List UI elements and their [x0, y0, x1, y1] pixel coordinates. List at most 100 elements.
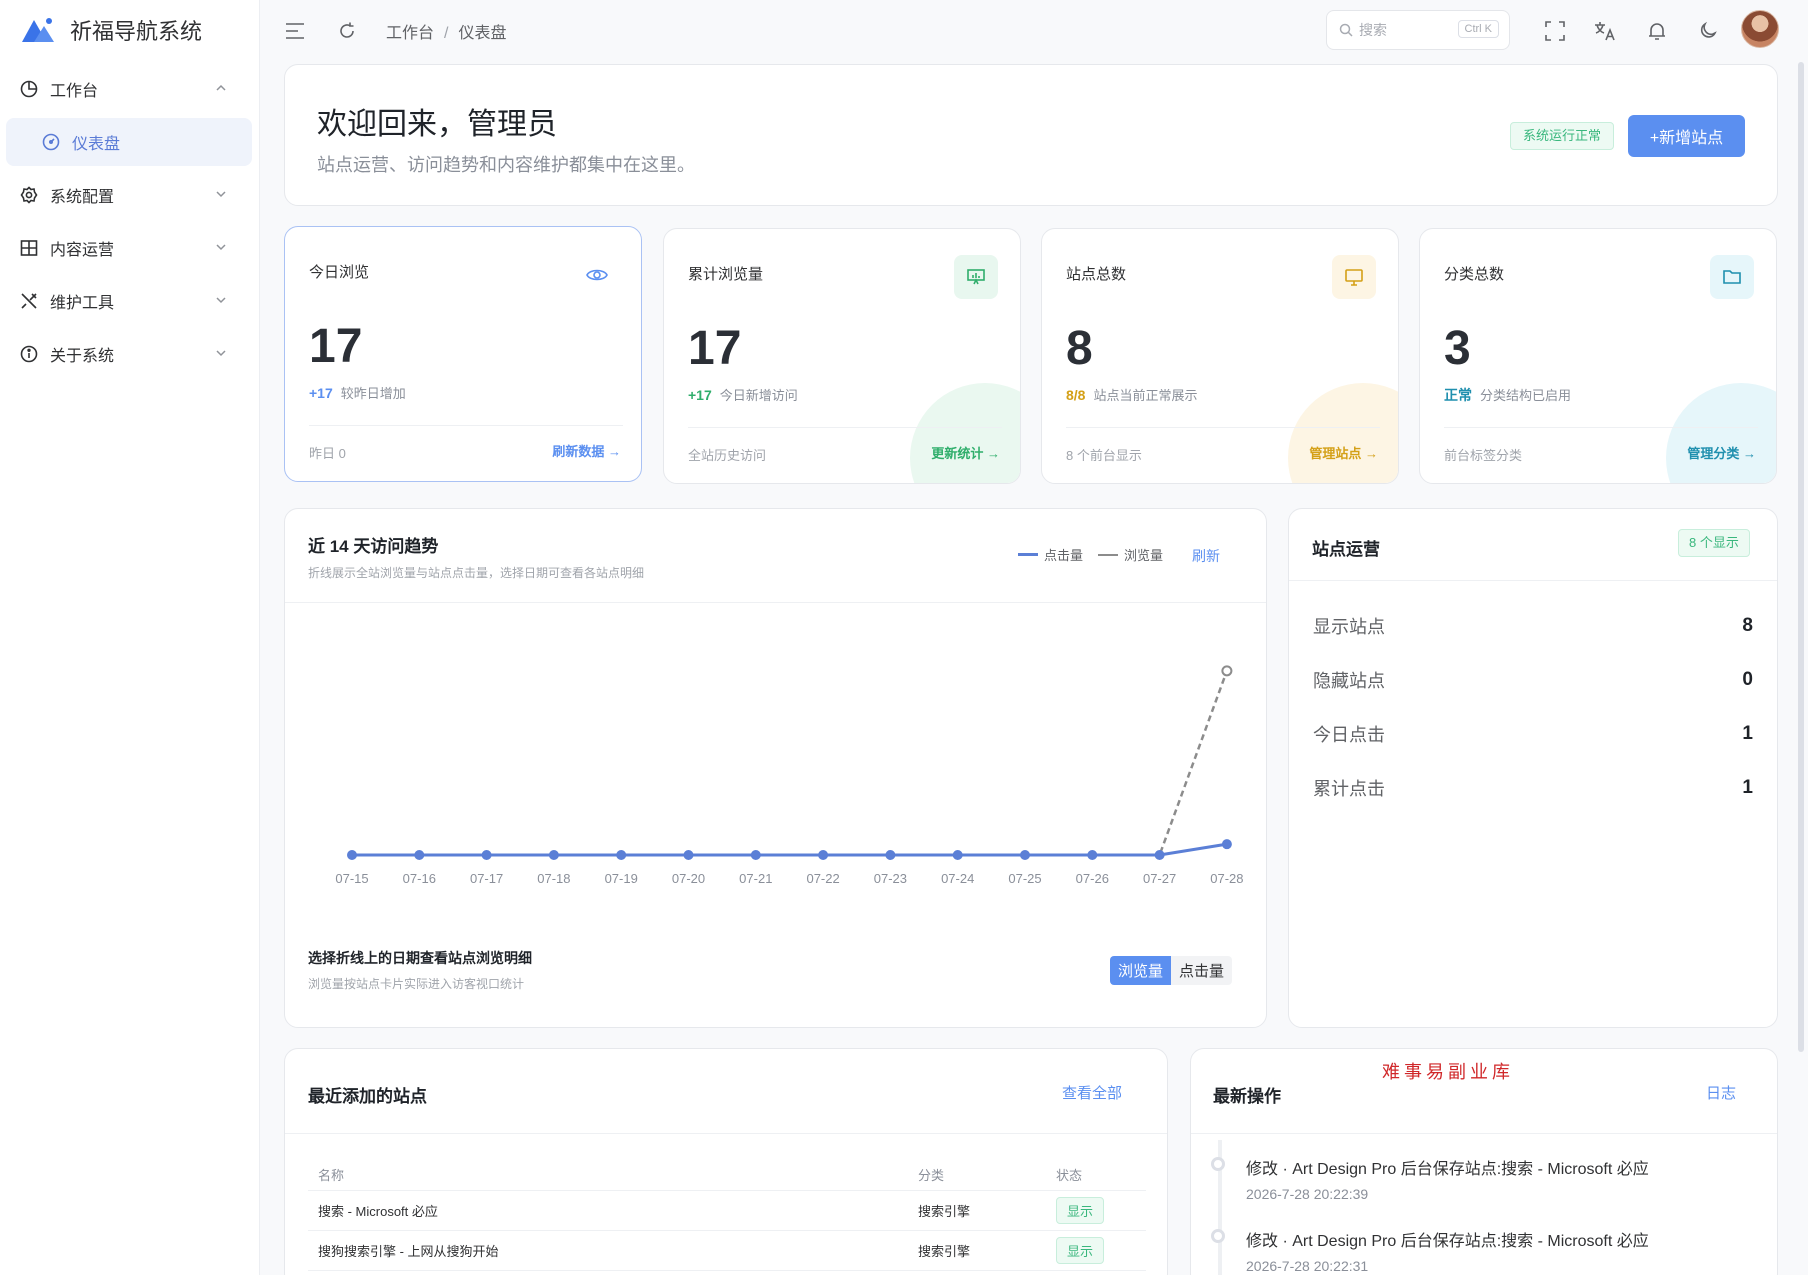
x-tick-label: 07-21	[739, 871, 772, 886]
data-point-clicks[interactable]	[683, 850, 694, 860]
divider	[1191, 1133, 1777, 1134]
add-site-button[interactable]: +新增站点	[1628, 115, 1745, 157]
divider	[285, 602, 1266, 603]
x-tick-label: 07-28	[1210, 871, 1243, 886]
stat-title: 站点总数	[1066, 266, 1127, 283]
ops-row: 隐藏站点 0	[1313, 665, 1753, 695]
eye-icon	[575, 253, 619, 297]
moon-icon[interactable]	[1695, 18, 1721, 44]
x-tick-label: 07-27	[1143, 871, 1176, 886]
legend-clicks[interactable]: 点击量	[1018, 545, 1083, 564]
search-input[interactable]: 搜索 Ctrl K	[1326, 10, 1510, 50]
decor-blob	[1288, 383, 1398, 483]
app-logo[interactable]: 祈福导航系统	[20, 12, 202, 48]
stat-delta-text: 较昨日增加	[340, 386, 406, 401]
update-stats-link[interactable]: 更新统计 →	[931, 443, 1000, 462]
sidebar-item-about[interactable]: 关于系统	[18, 339, 240, 369]
view-all-link[interactable]: 查看全部	[1062, 1082, 1122, 1103]
table-row[interactable]: 搜索 - Microsoft 必应 搜索引擎 显示	[308, 1190, 1146, 1231]
sidebar-item-content[interactable]: 内容运营	[18, 233, 240, 263]
monitor-icon	[1332, 255, 1376, 299]
trend-subtitle: 折线展示全站浏览量与站点点击量，选择日期可查看各站点明细	[308, 566, 645, 580]
stat-delta: +17	[688, 387, 712, 403]
fullscreen-icon[interactable]	[1542, 18, 1568, 44]
trend-refresh-link[interactable]: 刷新	[1192, 546, 1220, 566]
stat-delta-text: 站点当前正常展示	[1093, 388, 1198, 403]
manage-sites-link[interactable]: 管理站点 →	[1309, 443, 1378, 462]
toggle-views[interactable]: 浏览量	[1110, 956, 1172, 985]
legend-views[interactable]: 浏览量	[1098, 545, 1163, 564]
data-point-clicks[interactable]	[1221, 839, 1232, 850]
data-point-clicks[interactable]	[1020, 850, 1030, 860]
manage-categories-link[interactable]: 管理分类 →	[1687, 443, 1756, 462]
data-point-views[interactable]	[1221, 665, 1233, 677]
sidebar-item-system-config[interactable]: 系统配置	[18, 180, 240, 210]
log-link[interactable]: 日志	[1706, 1082, 1736, 1103]
stat-title: 累计浏览量	[688, 266, 764, 283]
data-point-clicks[interactable]	[1087, 850, 1098, 860]
x-tick-label: 07-26	[1076, 871, 1109, 886]
trend-title: 近 14 天访问趋势	[308, 537, 439, 556]
activity-time: 2026-7-28 20:22:39	[1246, 1186, 1369, 1202]
data-point-clicks[interactable]	[616, 850, 627, 860]
folder-icon	[1710, 255, 1754, 299]
welcome-title: 欢迎回来，管理员	[317, 108, 557, 141]
tools-icon	[18, 290, 40, 312]
stat-sub: 8/8 站点当前正常展示	[1066, 385, 1197, 404]
trend-line-chart[interactable]: 07-15 07-16 07-17 07-18 07-19 07-20 07-21 07-22…	[300, 620, 1250, 900]
refresh-data-link[interactable]: 刷新数据 →	[552, 441, 621, 460]
translate-icon[interactable]	[1592, 18, 1618, 44]
stat-foot: 昨日 0	[309, 446, 346, 461]
site-status-cell: 显示	[1046, 1190, 1146, 1231]
data-point-clicks[interactable]	[952, 850, 963, 860]
data-point-clicks[interactable]	[481, 850, 492, 860]
metric-toggle: 浏览量 点击量	[1110, 956, 1233, 985]
stat-delta-text: 今日新增访问	[719, 388, 798, 403]
x-tick-label: 07-25	[1008, 871, 1041, 886]
avatar[interactable]	[1741, 10, 1779, 48]
data-point-clicks[interactable]	[548, 850, 559, 860]
data-point-clicks[interactable]	[885, 850, 896, 860]
data-point-clicks[interactable]	[750, 850, 761, 860]
stat-foot: 8 个前台显示	[1066, 448, 1142, 463]
divider	[309, 425, 623, 426]
ops-row: 今日点击 1	[1313, 719, 1753, 749]
scrollbar[interactable]	[1798, 62, 1804, 1052]
activity-title: 最新操作	[1213, 1087, 1281, 1106]
divider	[1444, 427, 1758, 428]
x-tick-label: 07-19	[605, 871, 638, 886]
sidebar-item-label: 工作台	[50, 83, 99, 100]
ops-title: 站点运营	[1312, 540, 1380, 559]
x-tick-label: 07-17	[470, 871, 503, 886]
toggle-clicks[interactable]: 点击量	[1171, 956, 1233, 985]
activity-text: 修改 · Art Design Pro 后台保存站点:搜索 - Microsof…	[1246, 1161, 1649, 1178]
ops-value: 1	[1742, 777, 1753, 798]
stat-foot: 全站历史访问	[688, 448, 767, 463]
sidebar-item-maintenance[interactable]: 维护工具	[18, 286, 240, 316]
menu-toggle-icon[interactable]	[282, 18, 308, 44]
data-point-clicks[interactable]	[818, 850, 829, 860]
status-badge: 显示	[1056, 1196, 1105, 1224]
x-tick-label: 07-22	[806, 871, 839, 886]
stat-delta: +17	[309, 385, 333, 401]
dashboard-icon	[42, 133, 60, 151]
sidebar-subitem-dashboard[interactable]: 仪表盘	[6, 118, 252, 166]
breadcrumb-workbench[interactable]: 工作台	[386, 25, 434, 42]
sidebar-item-workbench[interactable]: 工作台	[18, 74, 240, 104]
data-point-clicks[interactable]	[347, 850, 357, 860]
chevron-up-icon	[216, 84, 226, 91]
bell-icon[interactable]	[1644, 18, 1670, 44]
detail-subtitle: 浏览量按站点卡片实际进入访客视口统计	[308, 977, 525, 991]
data-point-clicks[interactable]	[414, 850, 425, 860]
timeline-dot	[1211, 1229, 1225, 1243]
timeline-dot	[1211, 1157, 1225, 1171]
stat-sub: +17 今日新增访问	[688, 385, 798, 404]
system-status-badge: 系统运行正常	[1510, 122, 1615, 150]
stat-title: 今日浏览	[309, 264, 370, 281]
ops-label: 累计点击	[1313, 779, 1385, 799]
table-row[interactable]: 搜狗搜索引擎 - 上网从搜狗开始 搜索引擎 显示	[308, 1230, 1146, 1271]
series-line-views	[352, 670, 1229, 857]
data-point-clicks[interactable]	[1154, 850, 1165, 860]
refresh-icon[interactable]	[334, 18, 360, 44]
divider	[688, 427, 1002, 428]
